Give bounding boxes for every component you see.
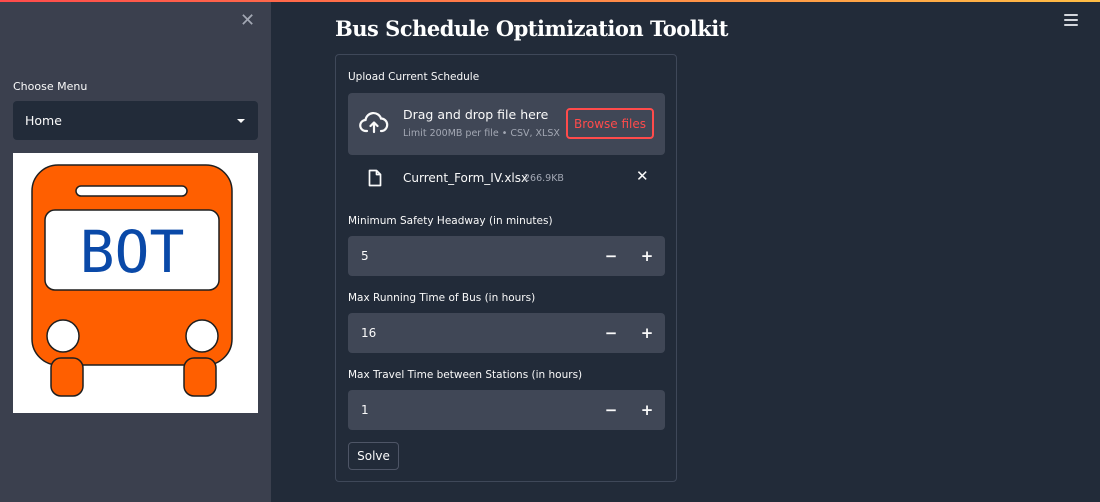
browse-files-button[interactable]: Browse files (566, 108, 654, 139)
cloud-upload-icon (359, 112, 389, 134)
travel-time-value[interactable]: 1 (361, 403, 369, 417)
headway-number-input[interactable]: 5 − + (348, 236, 665, 276)
menu-select[interactable]: Home (13, 101, 258, 140)
x-icon[interactable]: ✕ (636, 167, 649, 185)
menu-label: Choose Menu (13, 80, 88, 93)
bot-logo: BOT (13, 153, 258, 413)
solve-button[interactable]: Solve (348, 442, 399, 470)
travel-time-number-input[interactable]: 1 − + (348, 390, 665, 430)
menu-select-value: Home (25, 113, 62, 128)
top-accent-bar (0, 0, 1100, 2)
running-time-number-input[interactable]: 16 − + (348, 313, 665, 353)
running-time-increment-button[interactable]: + (629, 313, 665, 353)
upload-limit-text: Limit 200MB per file • CSV, XLSX (403, 128, 560, 139)
logo-text: BOT (80, 218, 185, 286)
bus-logo-icon: BOT (31, 164, 233, 397)
page-title: Bus Schedule Optimization Toolkit (335, 16, 728, 41)
running-time-value[interactable]: 16 (361, 326, 376, 340)
travel-time-decrement-button[interactable]: − (593, 390, 629, 430)
file-icon (368, 169, 382, 187)
headway-value[interactable]: 5 (361, 249, 369, 263)
headway-decrement-button[interactable]: − (593, 236, 629, 276)
file-name: Current_Form_IV.xlsx (403, 171, 529, 185)
input-form: Upload Current Schedule Drag and drop fi… (335, 54, 677, 482)
chevron-down-icon (237, 118, 245, 123)
travel-time-label: Max Travel Time between Stations (in hou… (348, 369, 583, 381)
drop-instructions: Drag and drop file here (403, 107, 549, 122)
close-icon[interactable]: ✕ (240, 12, 255, 30)
uploaded-file-row: Current_Form_IV.xlsx 266.9KB ✕ (348, 165, 665, 193)
running-time-decrement-button[interactable]: − (593, 313, 629, 353)
file-dropzone[interactable]: Drag and drop file here Limit 200MB per … (348, 93, 665, 155)
file-size: 266.9KB (524, 173, 564, 184)
upload-label: Upload Current Schedule (348, 71, 480, 83)
sidebar: ✕ Choose Menu Home BOT (0, 0, 271, 502)
headway-label: Minimum Safety Headway (in minutes) (348, 215, 553, 227)
hamburger-menu-icon[interactable] (1064, 14, 1078, 29)
running-time-label: Max Running Time of Bus (in hours) (348, 292, 536, 304)
travel-time-increment-button[interactable]: + (629, 390, 665, 430)
headway-increment-button[interactable]: + (629, 236, 665, 276)
